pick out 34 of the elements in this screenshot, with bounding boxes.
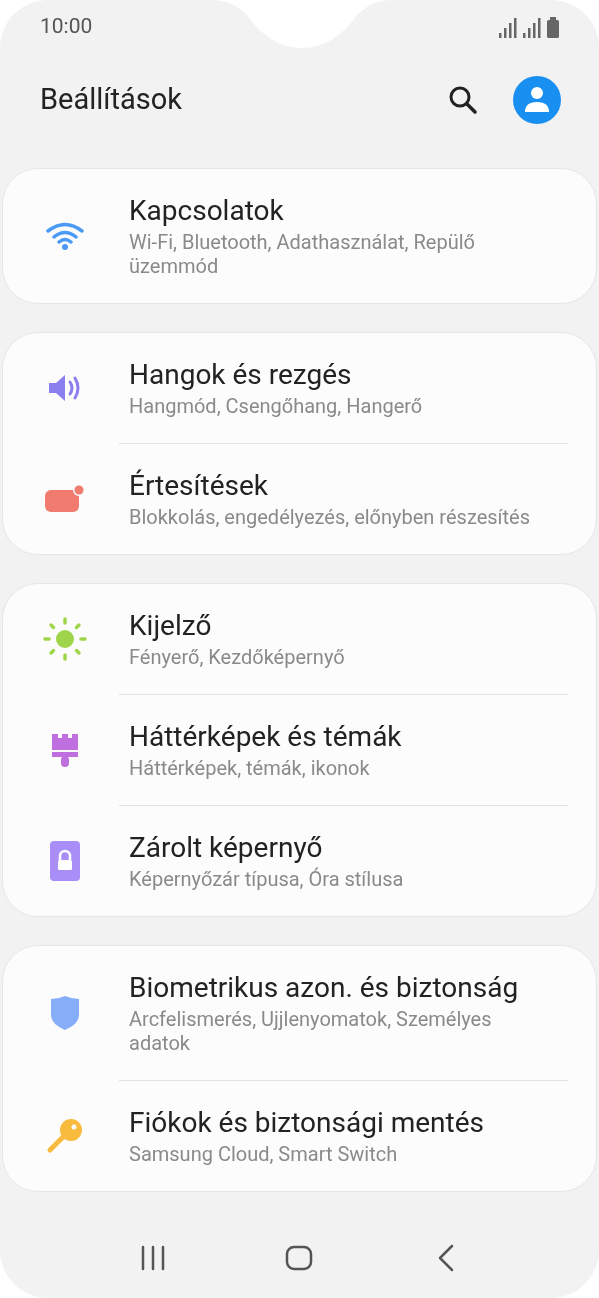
signal-icon bbox=[523, 16, 541, 38]
home-icon bbox=[285, 1245, 314, 1271]
settings-item[interactable]: Hangok és rezgés Hangmód, Csengőhang, Hangerő bbox=[3, 333, 596, 443]
settings-item[interactable]: Biometrikus azon. és biztonság Arcfelismerés, Ujjlenyomatok, Személyes adatok bbox=[3, 946, 596, 1080]
item-subtitle: Wi-Fi, Bluetooth, Adathasználat, Repülő üzemmód bbox=[129, 230, 476, 278]
battery-icon bbox=[547, 16, 559, 38]
item-subtitle: Samsung Cloud, Smart Switch bbox=[129, 1142, 399, 1166]
item-title: Értesítések bbox=[129, 469, 269, 503]
settings-item[interactable]: Értesítések Blokkolás, engedélyezés, előnyben részesítés bbox=[3, 443, 596, 554]
search-icon bbox=[448, 85, 478, 115]
back-icon bbox=[436, 1244, 455, 1272]
item-subtitle: Blokkolás, engedélyezés, előnyben részesítés bbox=[129, 505, 531, 529]
page-title: Beállítások bbox=[40, 81, 183, 119]
item-subtitle: Fényerő, Kezdőképernyő bbox=[129, 645, 346, 669]
item-title: Fiókok és biztonsági mentés bbox=[129, 1106, 486, 1140]
settings-item[interactable]: Kijelző Fényerő, Kezdőképernyő bbox=[3, 584, 596, 694]
item-subtitle: Hangmód, Csengőhang, Hangerő bbox=[129, 394, 424, 418]
settings-item[interactable]: Zárolt képernyő Képernyőzár típusa, Óra stílusa bbox=[3, 805, 596, 916]
item-subtitle: Képernyőzár típusa, Óra stílusa bbox=[129, 867, 405, 891]
recent-apps-icon bbox=[140, 1245, 167, 1271]
settings-item[interactable]: Háttérképek és témák Háttérképek, témák, ikonok bbox=[3, 694, 596, 805]
item-title: Kijelző bbox=[129, 609, 213, 643]
item-subtitle: Háttérképek, témák, ikonok bbox=[129, 756, 371, 780]
status-time: 10:00 bbox=[40, 13, 93, 41]
settings-item[interactable]: Fiókok és biztonsági mentés Samsung Cloud, Smart Switch bbox=[3, 1080, 596, 1191]
profile-avatar-icon[interactable] bbox=[513, 76, 561, 124]
item-subtitle: Arcfelismerés, Ujjlenyomatok, Személyes adatok bbox=[129, 1007, 493, 1055]
item-title: Háttérképek és témák bbox=[129, 720, 403, 754]
item-title: Zárolt képernyő bbox=[129, 831, 324, 865]
item-title: Kapcsolatok bbox=[129, 194, 285, 228]
settings-item[interactable]: Kapcsolatok Wi-Fi, Bluetooth, Adathasználat, Repülő üzemmód bbox=[3, 169, 596, 303]
item-title: Biometrikus azon. és biztonság bbox=[129, 971, 520, 1005]
signal-icon bbox=[499, 16, 517, 38]
item-title: Hangok és rezgés bbox=[129, 358, 353, 392]
